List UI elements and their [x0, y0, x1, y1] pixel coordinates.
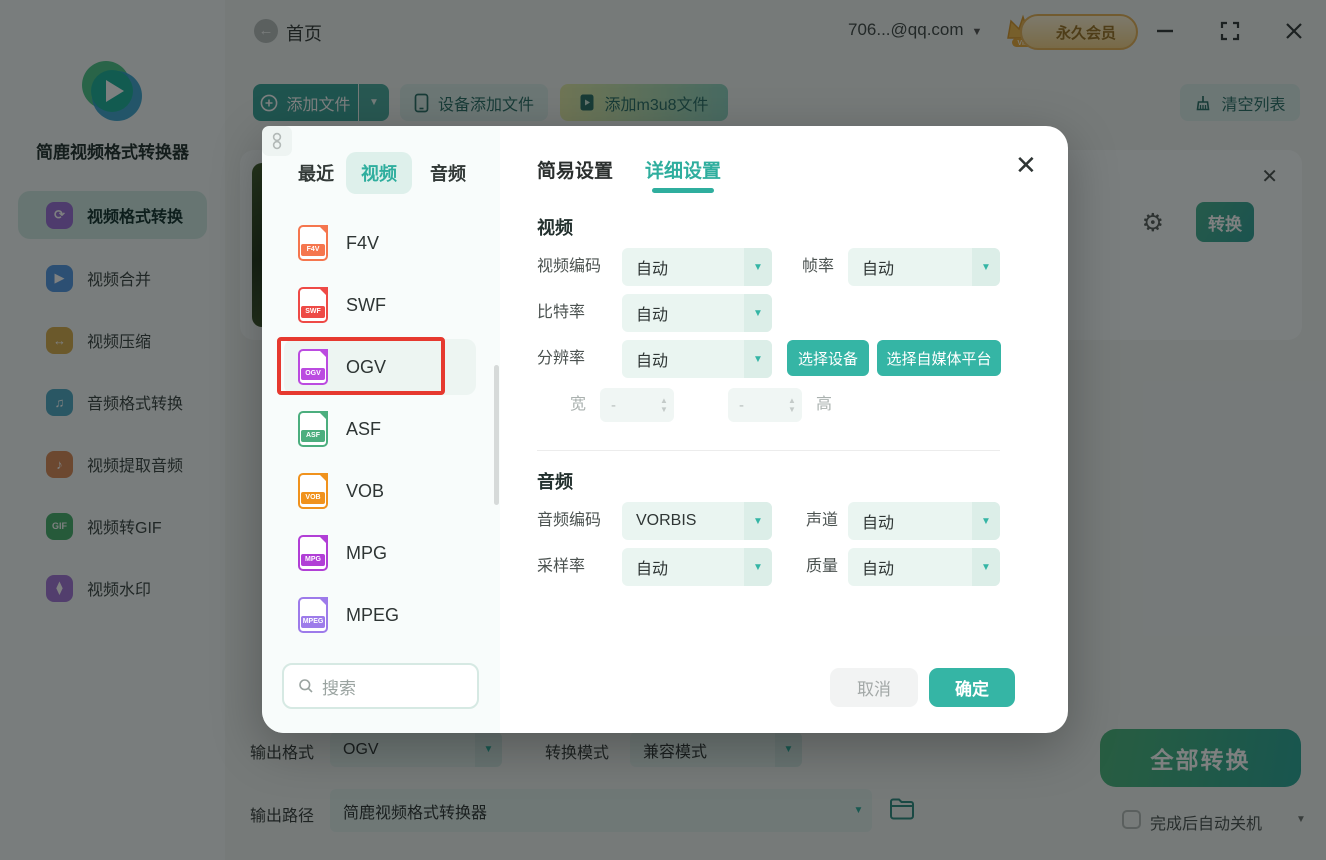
format-list-panel: 最近 视频 音频 F4V F4V SWF SWF OGV OGV ASF ASF… [262, 126, 500, 733]
width-stepper[interactable]: - ▲ ▼ [600, 388, 674, 422]
file-type-icon: VOB [298, 473, 328, 509]
file-type-icon: F4V [298, 225, 328, 261]
channel-label: 声道 [806, 512, 839, 529]
height-stepper[interactable]: - ▲ ▼ [728, 388, 802, 422]
format-item-vob[interactable]: VOB VOB [298, 460, 384, 522]
format-item-ogv[interactable]: OGV OGV [298, 336, 386, 398]
tab-recent[interactable]: 最近 [290, 152, 342, 194]
dialog-close-icon[interactable]: ✕ [1015, 150, 1037, 181]
tab-detail-settings[interactable]: 详细设置 [645, 156, 721, 183]
caret-down-icon: ▼ [744, 294, 772, 332]
tab-audio[interactable]: 音频 [422, 152, 474, 194]
file-type-icon: MPG [298, 535, 328, 571]
quality-select[interactable]: 自动 ▼ [848, 548, 1000, 586]
aspect-link-icon[interactable] [262, 126, 292, 156]
bitrate-select[interactable]: 自动 ▼ [622, 294, 772, 332]
sample-rate-select[interactable]: 自动 ▼ [622, 548, 772, 586]
stepper-arrows-icon[interactable]: ▲ ▼ [782, 396, 802, 414]
channel-select[interactable]: 自动 ▼ [848, 502, 1000, 540]
search-placeholder: 搜索 [322, 678, 356, 698]
video-section-heading: 视频 [537, 218, 573, 238]
caret-down-icon: ▼ [972, 502, 1000, 540]
app-window: 简鹿视频格式转换器 ⟳ 视频格式转换 ▶ 视频合并 ↔ 视频压缩 ♫ 音频格式转… [0, 0, 1326, 860]
audio-codec-select[interactable]: VORBIS ▼ [622, 502, 772, 540]
caret-down-icon: ▼ [744, 248, 772, 286]
select-platform-button[interactable]: 选择自媒体平台 [877, 340, 1001, 376]
file-type-icon: OGV [298, 349, 328, 385]
format-item-f4v[interactable]: F4V F4V [298, 212, 379, 274]
fps-select[interactable]: 自动 ▼ [848, 248, 1000, 286]
sample-rate-label: 采样率 [537, 558, 586, 575]
format-item-asf[interactable]: ASF ASF [298, 398, 381, 460]
file-type-icon: SWF [298, 287, 328, 323]
height-label: 高 [816, 396, 833, 413]
file-type-icon: ASF [298, 411, 328, 447]
format-item-swf[interactable]: SWF SWF [298, 274, 386, 336]
caret-down-icon: ▼ [744, 340, 772, 378]
video-codec-select[interactable]: 自动 ▼ [622, 248, 772, 286]
video-codec-label: 视频编码 [537, 258, 602, 275]
format-settings-dialog: 最近 视频 音频 F4V F4V SWF SWF OGV OGV ASF ASF… [262, 126, 1068, 733]
caret-down-icon: ▼ [744, 502, 772, 540]
caret-down-icon: ▼ [744, 548, 772, 586]
file-type-icon: MPEG [298, 597, 328, 633]
tab-video[interactable]: 视频 [346, 152, 412, 194]
audio-codec-label: 音频编码 [537, 512, 602, 529]
fps-label: 帧率 [802, 258, 835, 275]
stepper-arrows-icon[interactable]: ▲ ▼ [654, 396, 674, 414]
bitrate-label: 比特率 [537, 304, 586, 321]
audio-section-heading: 音频 [537, 472, 573, 492]
section-divider [537, 450, 1000, 451]
tab-simple-settings[interactable]: 简易设置 [537, 156, 613, 183]
search-icon [299, 679, 313, 693]
caret-down-icon: ▼ [972, 248, 1000, 286]
caret-down-icon: ▼ [972, 548, 1000, 586]
select-device-button[interactable]: 选择设备 [787, 340, 869, 376]
format-list-scrollbar[interactable] [494, 365, 499, 505]
quality-label: 质量 [806, 558, 839, 575]
width-label: 宽 [570, 396, 587, 413]
format-item-mpg[interactable]: MPG MPG [298, 522, 387, 584]
format-item-mpeg[interactable]: MPEG MPEG [298, 584, 399, 646]
cancel-button[interactable]: 取消 [830, 668, 918, 707]
format-search-input[interactable]: 搜索 [282, 663, 479, 709]
resolution-select[interactable]: 自动 ▼ [622, 340, 772, 378]
resolution-label: 分辨率 [537, 350, 586, 367]
ok-button[interactable]: 确定 [929, 668, 1015, 707]
active-tab-underline [652, 188, 714, 193]
